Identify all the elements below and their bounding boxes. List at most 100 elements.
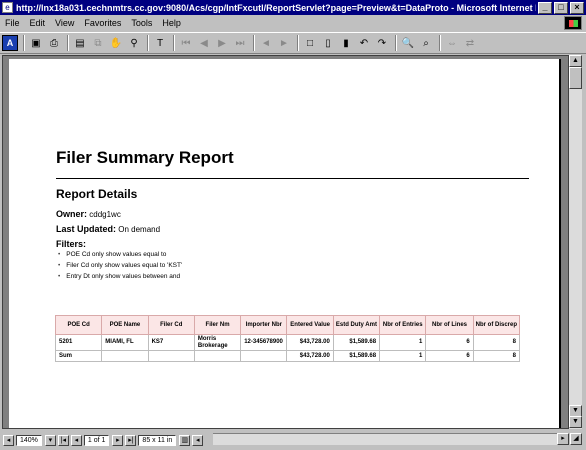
minimize-button[interactable]: _ [538, 1, 552, 14]
scroll-end-button[interactable]: ▼ [569, 416, 582, 428]
toolbar-separator [253, 35, 255, 51]
last-page-icon[interactable]: ⏭ [232, 35, 248, 51]
toolbar-separator [23, 35, 25, 51]
header-importer-nbr: Importer Nbr [240, 315, 288, 335]
first-page-icon[interactable]: ⏮ [178, 35, 194, 51]
prev-page-button[interactable]: ◂ [70, 434, 82, 446]
go-forward-icon[interactable]: ► [276, 35, 292, 51]
scroll-right-button[interactable]: ▸ [557, 433, 569, 445]
cell-nbr-discrep: 8 [472, 334, 521, 351]
menu-file[interactable]: File [0, 18, 25, 28]
rotate-left-icon[interactable]: ↶ [356, 35, 372, 51]
menu-edit[interactable]: Edit [25, 18, 51, 28]
page-indicator[interactable]: 1 of 1 [83, 434, 110, 446]
windows-logo-icon [564, 16, 582, 30]
close-button[interactable]: × [570, 1, 584, 14]
cell-entered-value: $43,728.00 [286, 334, 334, 351]
copy-icon[interactable]: ⧉ [90, 35, 106, 51]
scroll-up-button[interactable]: ▲ [569, 55, 582, 67]
report-details-heading: Report Details [56, 187, 138, 201]
menu-help[interactable]: Help [157, 18, 186, 28]
toolbar-separator [439, 35, 441, 51]
page-layout-icon[interactable]: ▥ [179, 434, 191, 446]
header-entered-value: Entered Value [286, 315, 334, 335]
vertical-scrollbar[interactable]: ▲ ▼ ▼ [569, 55, 582, 429]
cell-importer-nbr: 12-345678900 [240, 334, 288, 351]
print-icon[interactable]: ⎙ [46, 35, 62, 51]
menu-tools[interactable]: Tools [126, 18, 157, 28]
sum-nbr-discrep: 8 [472, 350, 521, 362]
sum-filer-cd [147, 350, 195, 362]
menu-favorites[interactable]: Favorites [79, 18, 126, 28]
actual-size-icon[interactable]: □ [302, 35, 318, 51]
next-page-button[interactable]: ▸ [112, 434, 124, 446]
toolbar-separator [395, 35, 397, 51]
cell-nbr-lines: 6 [425, 334, 474, 351]
cell-estd-duty-amt: $1,589.68 [332, 334, 381, 351]
next-page-icon[interactable]: ▶ [214, 35, 230, 51]
find-icon[interactable]: 🔍 [400, 35, 416, 51]
header-poe-name: POE Name [101, 315, 149, 335]
last-updated-value: On demand [118, 225, 161, 234]
sum-nbr-lines: 6 [425, 350, 474, 362]
horizontal-scroll-track[interactable] [213, 433, 565, 445]
table-header-row: POE Cd POE Name Filer Cd Filer Nm Import… [54, 315, 521, 335]
size-grip-icon[interactable]: ◢ [570, 433, 582, 445]
pdf-page: Filer Summary Report Report Details Owne… [9, 59, 561, 428]
web-links-icon[interactable]: ⇔ [444, 35, 460, 51]
filter-item: POE Cd only show values equal to [58, 251, 166, 258]
fit-page-icon[interactable]: ▯ [320, 35, 336, 51]
cell-nbr-entries: 1 [379, 334, 427, 351]
show-navigation-icon[interactable]: ▤ [72, 35, 88, 51]
document-viewport[interactable]: Filer Summary Report Report Details Owne… [2, 55, 569, 429]
owner-value: cddg1wc [89, 210, 121, 219]
fit-width-icon[interactable]: ▮ [338, 35, 354, 51]
menu-bar: File Edit View Favorites Tools Help [0, 15, 586, 31]
bookmarks-toggle-icon[interactable]: ◂ [3, 434, 14, 446]
scroll-left-button[interactable]: ◂ [192, 434, 204, 446]
rotate-right-icon[interactable]: ↷ [374, 35, 390, 51]
sum-label: Sum [54, 350, 103, 362]
go-back-icon[interactable]: ◄ [258, 35, 274, 51]
filter-item: Filer Cd only show values equal to 'KST' [58, 262, 182, 269]
sum-nbr-entries: 1 [379, 350, 427, 362]
scroll-thumb[interactable] [569, 67, 582, 89]
header-poe-cd: POE Cd [54, 315, 103, 335]
zoom-tool-icon[interactable]: ⚲ [126, 35, 142, 51]
header-filer-nm: Filer Nm [193, 315, 242, 335]
summary-table: POE Cd POE Name Filer Cd Filer Nm Import… [54, 315, 521, 362]
first-page-button[interactable]: |◂ [57, 434, 69, 446]
last-page-button[interactable]: ▸| [125, 434, 137, 446]
owner-line: Owner: cddg1wc [56, 209, 121, 219]
menu-view[interactable]: View [50, 18, 79, 28]
window-title: http://lnx18a031.cechnmtrs.cc.gov:9080/A… [16, 2, 536, 13]
acrobat-icon[interactable]: A [2, 35, 18, 51]
previous-page-icon[interactable]: ◀ [196, 35, 212, 51]
web-capture-icon[interactable]: ⇄ [462, 35, 478, 51]
filters-label: Filters: [56, 239, 87, 249]
ie-icon: e [2, 2, 13, 13]
toolbar-separator [297, 35, 299, 51]
search-icon[interactable]: ⌕ [418, 35, 434, 51]
hand-tool-icon[interactable]: ✋ [108, 35, 124, 51]
header-nbr-discrep: Nbr of Discrep [472, 315, 521, 335]
filter-item: Entry Dt only show values between and [58, 273, 180, 280]
paper-size: 85 x 11 in [138, 434, 177, 446]
status-bar: ◂ 140% ▾ |◂ ◂ 1 of 1 ▸ ▸| 85 x 11 in ▥ ◂… [0, 430, 586, 450]
report-title: Filer Summary Report [56, 148, 234, 167]
zoom-dropdown-icon[interactable]: ▾ [44, 434, 56, 446]
text-select-icon[interactable]: T [152, 35, 168, 51]
sum-filer-nm [193, 350, 242, 362]
table-row: 5201 MIAMI, FL KS7 Morris Brokerage 12-3… [54, 334, 521, 351]
zoom-field[interactable]: 140% [16, 434, 42, 446]
save-icon[interactable]: ▣ [28, 35, 44, 51]
sum-entered-value: $43,728.00 [286, 350, 334, 362]
cell-poe-name: MIAMI, FL [101, 334, 149, 351]
cell-filer-nm: Morris Brokerage [193, 334, 242, 351]
toolbar-separator [147, 35, 149, 51]
cell-poe-cd: 5201 [54, 334, 103, 351]
header-estd-duty-amt: Estd Duty Amt [332, 315, 381, 335]
title-divider [56, 178, 529, 179]
maximize-button[interactable]: □ [554, 1, 568, 14]
last-updated-line: Last Updated: On demand [56, 224, 160, 234]
